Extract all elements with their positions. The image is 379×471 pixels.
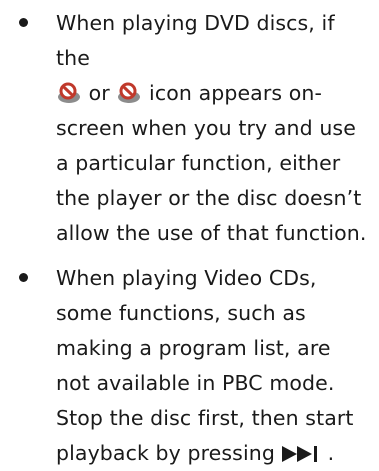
item-text-line1: When playing DVD discs, if the: [56, 11, 335, 70]
bullet-list: When playing DVD discs, if the or icon a…: [0, 6, 379, 471]
item-text-rest: screen when you try and use a particular…: [56, 116, 367, 245]
list-item: When playing Video CDs, some functions, …: [0, 261, 379, 471]
play-skip-icon: [281, 446, 317, 462]
prohibited-disc-icon: [58, 82, 80, 103]
prohibited-disc-icon: [118, 82, 141, 103]
item-text: When playing Video CDs, some functions, …: [56, 266, 354, 465]
list-item: When playing DVD discs, if the or icon a…: [0, 6, 379, 251]
bullet-icon: [19, 18, 28, 27]
item-text-end: .: [327, 441, 335, 465]
item-text-line2: icon appears on-: [149, 81, 322, 105]
item-text-or: or: [88, 81, 110, 105]
bullet-icon: [19, 273, 28, 282]
